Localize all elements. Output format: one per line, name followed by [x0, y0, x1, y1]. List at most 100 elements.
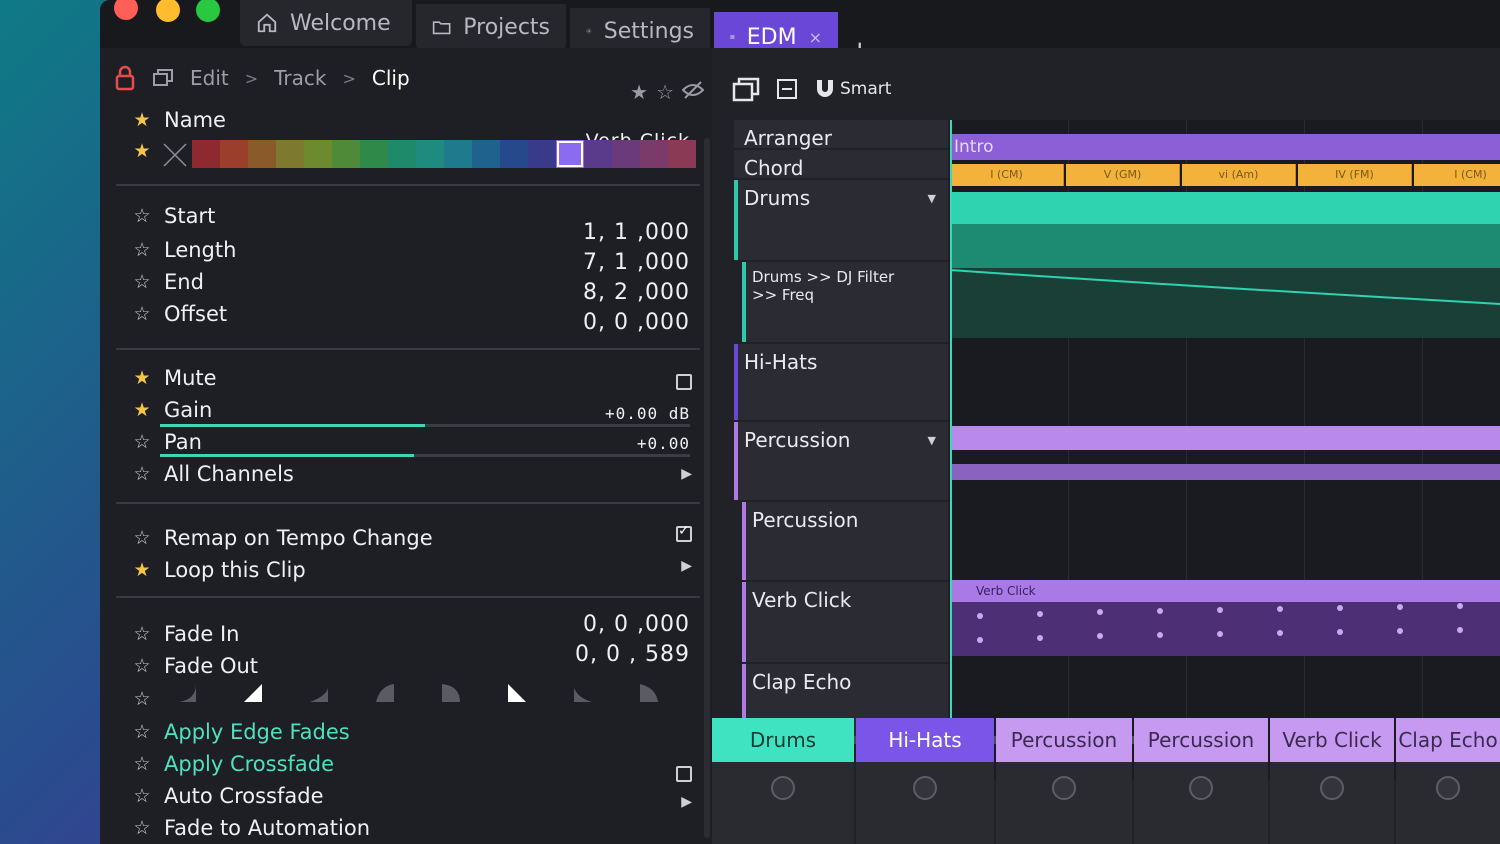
- star-outline-icon[interactable]: ☆: [130, 688, 154, 710]
- color-swatch[interactable]: [668, 140, 696, 168]
- star-outline-icon[interactable]: ☆: [130, 239, 154, 261]
- tab-welcome[interactable]: Welcome: [240, 0, 412, 46]
- star-filled-icon[interactable]: ★: [130, 367, 154, 389]
- maximize-window-button[interactable]: [196, 0, 220, 22]
- star-outline-icon[interactable]: ☆: [130, 655, 154, 677]
- expand-icon[interactable]: ▼: [928, 434, 936, 447]
- breadcrumb-clip[interactable]: Clip: [372, 66, 410, 90]
- color-swatch[interactable]: [612, 140, 640, 168]
- fade-out-value[interactable]: 0, 0 , 589: [575, 642, 690, 667]
- track-header[interactable]: Verb Click: [742, 582, 948, 662]
- color-swatch[interactable]: [360, 140, 388, 168]
- color-swatch[interactable]: [640, 140, 668, 168]
- channel-name[interactable]: Clap Echo: [1396, 718, 1500, 762]
- fade-linear-icon[interactable]: [244, 684, 264, 702]
- color-swatch[interactable]: [388, 140, 416, 168]
- mixer-channel-strip[interactable]: Clap Echo: [1396, 718, 1500, 844]
- star-filled-icon[interactable]: ★: [130, 140, 154, 162]
- expand-icon[interactable]: ▼: [928, 192, 936, 205]
- crossfade-checkbox[interactable]: [676, 766, 692, 782]
- star-outline-icon[interactable]: ☆: [656, 80, 674, 104]
- fade-out-curve-icon[interactable]: [574, 684, 594, 702]
- verb-click-clip-body[interactable]: [950, 602, 1500, 656]
- percussion-clip[interactable]: [950, 426, 1500, 450]
- chevron-right-icon[interactable]: ▶: [681, 558, 692, 574]
- drums-clip[interactable]: [950, 192, 1500, 224]
- percussion-clip-body[interactable]: [950, 464, 1500, 480]
- length-value[interactable]: 7, 1 ,000: [583, 250, 690, 275]
- mixer-channel-strip[interactable]: Percussion: [996, 718, 1132, 844]
- color-swatch[interactable]: [528, 140, 556, 168]
- track-header[interactable]: Percussion: [742, 502, 948, 580]
- fade-out-curve-icon[interactable]: [442, 684, 462, 702]
- pan-knob[interactable]: [1320, 776, 1344, 800]
- fade-out-curve-icon[interactable]: [640, 684, 660, 702]
- color-swatch[interactable]: [304, 140, 332, 168]
- pan-value[interactable]: +0.00: [637, 434, 690, 453]
- chevron-right-icon[interactable]: ▶: [681, 794, 692, 810]
- star-filled-icon[interactable]: ★: [130, 109, 154, 131]
- color-swatch[interactable]: [472, 140, 500, 168]
- fade-out-linear-icon[interactable]: [508, 684, 528, 702]
- pan-knob[interactable]: [1436, 776, 1460, 800]
- panel-icon[interactable]: [776, 78, 798, 100]
- magnet-icon[interactable]: [814, 78, 836, 100]
- star-outline-icon[interactable]: ☆: [130, 463, 154, 485]
- lock-icon[interactable]: [114, 65, 136, 91]
- track-header[interactable]: Arranger: [734, 120, 948, 150]
- color-swatch[interactable]: [276, 140, 304, 168]
- tab-projects[interactable]: Projects: [416, 4, 566, 50]
- channel-name[interactable]: Hi-Hats: [856, 718, 994, 762]
- minimize-window-button[interactable]: [156, 0, 180, 22]
- star-outline-icon[interactable]: ☆: [130, 303, 154, 325]
- pan-knob[interactable]: [771, 776, 795, 800]
- breadcrumb-edit[interactable]: Edit: [190, 66, 229, 90]
- chord-cell[interactable]: I (CM): [1414, 164, 1500, 186]
- chord-cell[interactable]: IV (FM): [1298, 164, 1412, 186]
- pan-knob[interactable]: [913, 776, 937, 800]
- track-header[interactable]: Chord: [734, 150, 948, 180]
- gain-value[interactable]: +0.00 dB: [605, 404, 690, 423]
- apply-edge-fades-row[interactable]: ☆ Apply Edge Fades: [130, 720, 350, 744]
- gain-slider[interactable]: [160, 424, 690, 427]
- close-window-button[interactable]: [114, 0, 138, 20]
- chord-cell[interactable]: I (CM): [950, 164, 1064, 186]
- apply-edge-fades-button[interactable]: Apply Edge Fades: [164, 720, 350, 744]
- auto-crossfade-row[interactable]: ☆ Auto Crossfade: [130, 784, 323, 808]
- mixer-channel-strip[interactable]: Percussion: [1134, 718, 1268, 844]
- fade-curve-icon[interactable]: [178, 684, 198, 702]
- loop-row[interactable]: ★ Loop this Clip: [130, 558, 305, 582]
- chord-cell[interactable]: vi (Am): [1182, 164, 1296, 186]
- mixer-channel-strip[interactable]: Hi-Hats: [856, 718, 994, 844]
- track-header[interactable]: Drums ▼: [734, 180, 948, 260]
- chevron-right-icon[interactable]: ▶: [681, 466, 692, 482]
- breadcrumb-track[interactable]: Track: [274, 66, 326, 90]
- star-outline-icon[interactable]: ☆: [130, 785, 154, 807]
- no-color-icon[interactable]: [162, 142, 188, 168]
- verb-click-clip[interactable]: Verb Click: [950, 580, 1500, 602]
- arranger-section-intro[interactable]: Intro: [950, 134, 1500, 160]
- drums-clip-body[interactable]: [950, 224, 1500, 268]
- star-outline-icon[interactable]: ☆: [130, 205, 154, 227]
- star-filled-icon[interactable]: ★: [130, 559, 154, 581]
- color-swatch[interactable]: [444, 140, 472, 168]
- channel-name[interactable]: Verb Click: [1270, 718, 1394, 762]
- automation-lane[interactable]: [950, 268, 1500, 338]
- color-swatch[interactable]: [500, 140, 528, 168]
- apply-crossfade-button[interactable]: Apply Crossfade: [164, 752, 334, 776]
- color-swatch[interactable]: [248, 140, 276, 168]
- channel-name[interactable]: Drums: [712, 718, 854, 762]
- all-channels-row[interactable]: ☆ All Channels: [130, 462, 293, 486]
- channel-name[interactable]: Percussion: [996, 718, 1132, 762]
- color-swatch[interactable]: [220, 140, 248, 168]
- pan-slider[interactable]: [160, 454, 690, 457]
- end-value[interactable]: 8, 2 ,000: [583, 280, 690, 305]
- duplicate-icon[interactable]: [152, 67, 174, 89]
- star-outline-icon[interactable]: ☆: [130, 431, 154, 453]
- eye-hidden-icon[interactable]: [682, 80, 704, 100]
- color-swatch[interactable]: [556, 140, 584, 168]
- star-filled-icon[interactable]: ★: [130, 399, 154, 421]
- star-outline-icon[interactable]: ☆: [130, 527, 154, 549]
- start-value[interactable]: 1, 1 ,000: [583, 220, 690, 245]
- track-header[interactable]: Hi-Hats: [734, 344, 948, 420]
